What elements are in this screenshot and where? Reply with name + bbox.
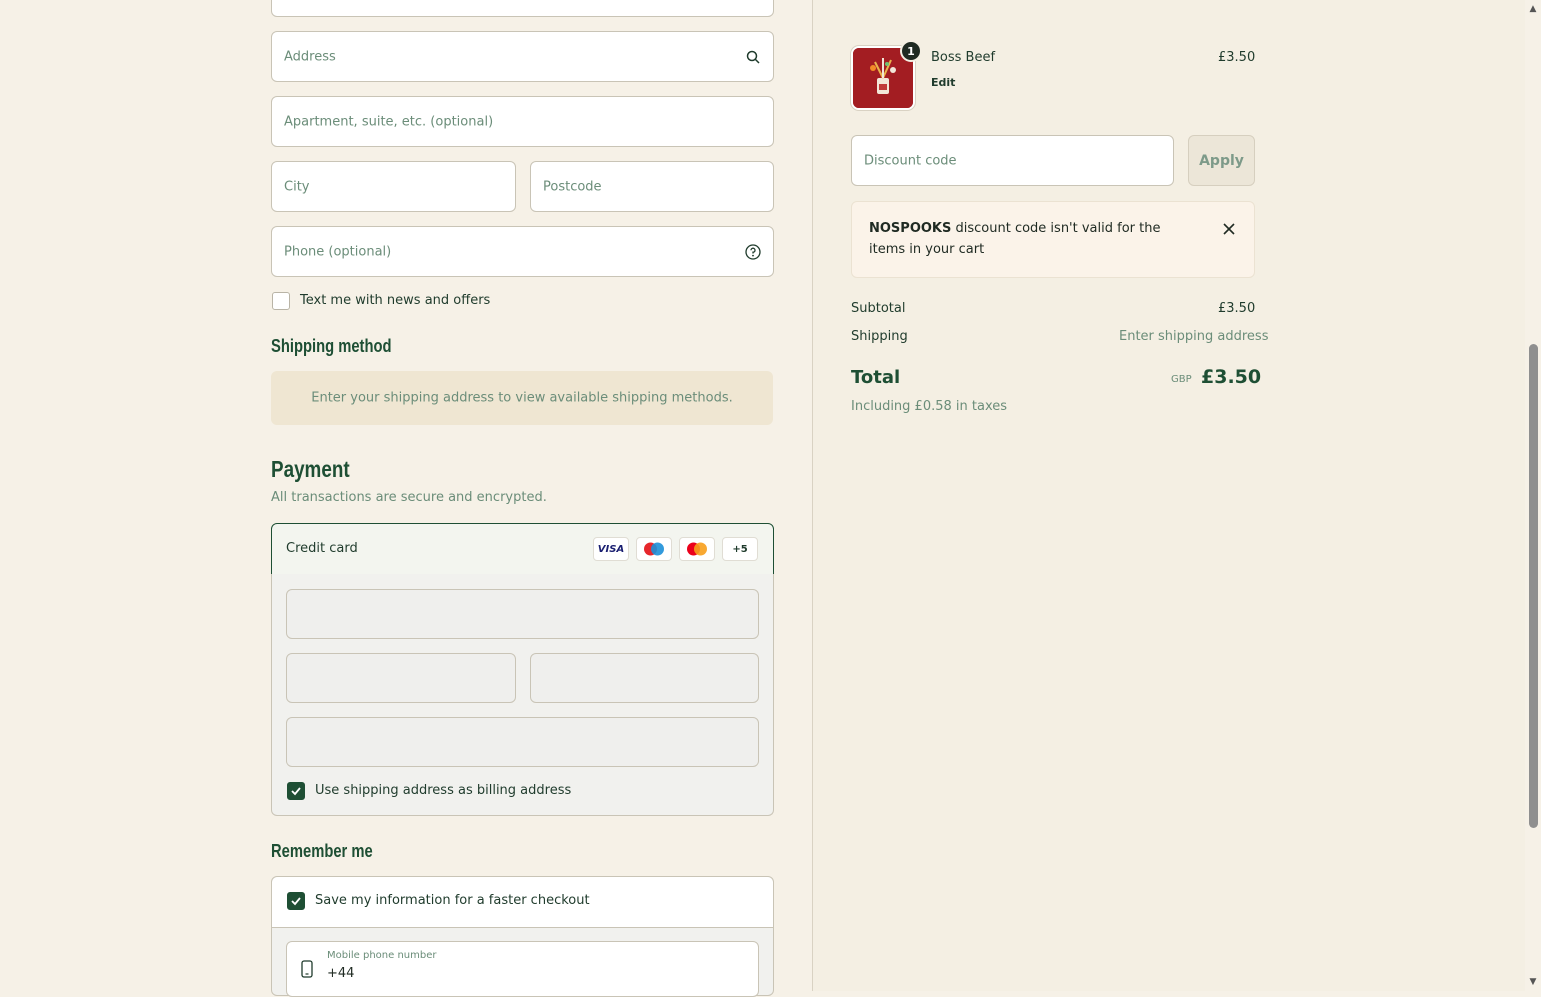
scroll-up-arrow[interactable]: ▲ — [1528, 4, 1538, 14]
postcode-placeholder: Postcode — [543, 179, 602, 194]
shipping-method-notice-box: Enter your shipping address to view avai… — [271, 371, 773, 425]
maestro-icon — [636, 537, 672, 561]
scroll-down-arrow[interactable]: ▼ — [1528, 977, 1538, 987]
mobile-phone-value: +44 — [327, 966, 355, 981]
shipping-method-heading: Shipping method — [271, 336, 392, 356]
billing-address-checkbox[interactable] — [287, 782, 305, 800]
mastercard-icon — [679, 537, 715, 561]
save-info-checkbox[interactable] — [287, 892, 305, 910]
mobile-icon — [301, 960, 313, 982]
search-icon[interactable] — [745, 49, 761, 65]
mobile-phone-label: Mobile phone number — [327, 950, 437, 961]
subtotal-label: Subtotal — [851, 301, 906, 316]
phone-field[interactable]: Phone (optional) — [271, 226, 774, 277]
product-name: Boss Beef — [931, 50, 996, 65]
previous-field[interactable] — [271, 0, 774, 17]
card-number-field[interactable] — [286, 589, 759, 639]
remember-me-heading: Remember me — [271, 841, 373, 861]
save-info-label: Save my information for a faster checkou… — [315, 893, 590, 908]
billing-address-label: Use shipping address as billing address — [315, 783, 572, 798]
taxes-text: Including £0.58 in taxes — [851, 399, 1008, 414]
close-icon[interactable] — [1222, 221, 1236, 240]
payment-heading: Payment — [271, 456, 350, 482]
payment-subtext: All transactions are secure and encrypte… — [271, 490, 547, 505]
total-value: £3.50 — [1201, 366, 1262, 388]
city-placeholder: City — [284, 179, 310, 194]
mobile-phone-field[interactable]: Mobile phone number +44 — [286, 941, 759, 997]
discount-code-field[interactable]: Discount code — [851, 135, 1174, 186]
text-offers-checkbox[interactable] — [272, 292, 290, 310]
discount-error-notice: NOSPOOKS discount code isn't valid for t… — [851, 201, 1255, 278]
apartment-placeholder: Apartment, suite, etc. (optional) — [284, 114, 494, 129]
discount-error-text: NOSPOOKS discount code isn't valid for t… — [869, 218, 1199, 260]
card-name-field[interactable] — [286, 717, 759, 767]
quantity-badge: 1 — [900, 40, 922, 62]
scrollbar-thumb[interactable] — [1529, 344, 1538, 828]
more-brands-label: +5 — [732, 543, 748, 555]
shipping-label: Shipping — [851, 329, 908, 344]
shipping-method-notice: Enter your shipping address to view avai… — [311, 390, 733, 406]
help-icon[interactable] — [745, 243, 761, 260]
city-field[interactable]: City — [271, 161, 516, 212]
product-price: £3.50 — [1218, 50, 1256, 65]
card-security-code-field[interactable] — [530, 653, 759, 703]
subtotal-value: £3.50 — [1218, 301, 1256, 316]
text-offers-label: Text me with news and offers — [300, 293, 491, 308]
address-placeholder: Address — [284, 49, 336, 64]
more-brands-badge: +5 — [722, 537, 758, 561]
total-currency: GBP — [1171, 374, 1192, 385]
discount-code-name: NOSPOOKS — [869, 221, 952, 236]
address-field[interactable]: Address — [271, 31, 774, 82]
total-label: Total — [851, 367, 901, 388]
credit-card-label: Credit card — [286, 541, 358, 556]
product-edit-link[interactable]: Edit — [931, 76, 955, 89]
postcode-field[interactable]: Postcode — [530, 161, 774, 212]
apartment-field[interactable]: Apartment, suite, etc. (optional) — [271, 96, 774, 147]
card-expiry-field[interactable] — [286, 653, 516, 703]
discount-code-placeholder: Discount code — [864, 153, 957, 168]
phone-placeholder: Phone (optional) — [284, 244, 392, 259]
visa-label: VISA — [597, 543, 625, 555]
shipping-value: Enter shipping address — [1119, 329, 1269, 344]
apply-button[interactable]: Apply — [1188, 135, 1255, 186]
visa-icon: VISA — [593, 537, 629, 561]
